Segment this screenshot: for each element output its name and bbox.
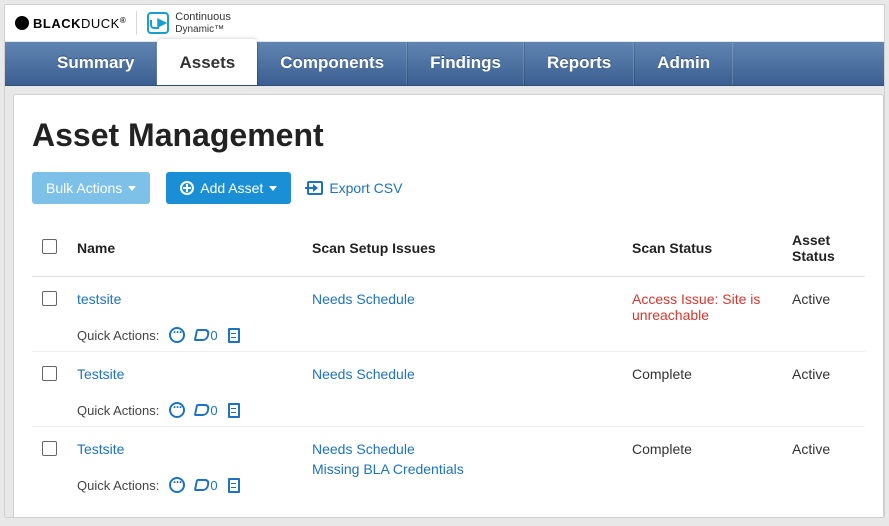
main-nav: Summary Assets Components Findings Repor…: [5, 42, 884, 86]
asset-status: Active: [792, 291, 830, 307]
scan-issue-link[interactable]: Missing BLA Credentials: [312, 461, 612, 477]
quick-actions: Quick Actions: 0: [77, 327, 292, 343]
more-actions-icon[interactable]: [169, 327, 185, 343]
asset-status: Active: [792, 441, 830, 457]
divider: [136, 11, 137, 35]
content-panel: Asset Management Bulk Actions Add Asset …: [13, 94, 884, 518]
tab-reports[interactable]: Reports: [524, 42, 634, 85]
toolbar: Bulk Actions Add Asset Export CSV: [32, 172, 865, 204]
cd-line1: Continuous: [175, 11, 231, 23]
scan-status: Complete: [632, 366, 692, 382]
brand-duck: DUCK: [81, 16, 120, 31]
bulk-label: Bulk Actions: [46, 180, 122, 196]
export-icon: [307, 181, 323, 195]
notes-icon[interactable]: [228, 478, 240, 493]
plus-circle-icon: [180, 181, 194, 195]
col-asset-status[interactable]: Asset Status: [782, 222, 865, 277]
caret-icon: [269, 186, 277, 191]
scan-status: Complete: [632, 441, 692, 457]
tab-findings[interactable]: Findings: [407, 42, 524, 85]
select-all-checkbox[interactable]: [42, 239, 57, 254]
asset-link[interactable]: testsite: [77, 291, 121, 307]
col-issues[interactable]: Scan Setup Issues: [302, 222, 622, 277]
scan-issue-link[interactable]: Needs Schedule: [312, 441, 612, 457]
quick-actions-label: Quick Actions:: [77, 328, 159, 343]
add-asset-button[interactable]: Add Asset: [166, 172, 291, 204]
table-row: testsite Quick Actions: 0 Needs Schedule Acc…: [32, 277, 865, 352]
tags-icon[interactable]: 0: [195, 478, 217, 493]
caret-icon: [128, 186, 136, 191]
notes-icon[interactable]: [228, 403, 240, 418]
tab-admin[interactable]: Admin: [634, 42, 733, 85]
tab-assets[interactable]: Assets: [157, 39, 257, 85]
scan-issue-link[interactable]: Needs Schedule: [312, 366, 612, 382]
quick-actions-label: Quick Actions:: [77, 403, 159, 418]
tab-components[interactable]: Components: [257, 42, 407, 85]
assets-table: Name Scan Setup Issues Scan Status Asset…: [32, 222, 865, 501]
tags-icon[interactable]: 0: [195, 328, 217, 343]
scan-status: Access Issue: Site is unreachable: [632, 291, 760, 323]
quick-actions: Quick Actions: 0: [77, 477, 292, 493]
more-actions-icon[interactable]: [169, 477, 185, 493]
cd-icon: [147, 12, 169, 34]
bulk-actions-button[interactable]: Bulk Actions: [32, 172, 150, 204]
quick-actions-label: Quick Actions:: [77, 478, 159, 493]
notes-icon[interactable]: [228, 328, 240, 343]
blackduck-logo: BLACKDUCK®: [15, 16, 126, 31]
tab-summary[interactable]: Summary: [35, 42, 157, 85]
cd-line2: Dynamic™: [175, 24, 231, 35]
col-name[interactable]: Name: [67, 222, 302, 277]
quick-actions: Quick Actions: 0: [77, 402, 292, 418]
scan-issue-link[interactable]: Needs Schedule: [312, 291, 612, 307]
col-scan-status[interactable]: Scan Status: [622, 222, 782, 277]
brand-reg: ®: [120, 16, 126, 25]
asset-status: Active: [792, 366, 830, 382]
brand-black: BLACK: [33, 16, 81, 31]
duck-icon: [15, 16, 29, 30]
asset-link[interactable]: Testsite: [77, 441, 124, 457]
continuous-dynamic-logo: Continuous Dynamic™: [147, 11, 231, 34]
asset-link[interactable]: Testsite: [77, 366, 124, 382]
add-label: Add Asset: [200, 180, 263, 196]
export-label: Export CSV: [329, 180, 402, 196]
more-actions-icon[interactable]: [169, 402, 185, 418]
row-checkbox[interactable]: [42, 366, 57, 381]
row-checkbox[interactable]: [42, 291, 57, 306]
top-bar: BLACKDUCK® Continuous Dynamic™: [5, 5, 884, 42]
export-csv-link[interactable]: Export CSV: [307, 180, 402, 196]
tags-icon[interactable]: 0: [195, 403, 217, 418]
row-checkbox[interactable]: [42, 441, 57, 456]
page-title: Asset Management: [32, 117, 865, 154]
table-row: Testsite Quick Actions: 0 Needs Schedule Mis…: [32, 427, 865, 502]
table-row: Testsite Quick Actions: 0 Needs Schedule Com…: [32, 352, 865, 427]
